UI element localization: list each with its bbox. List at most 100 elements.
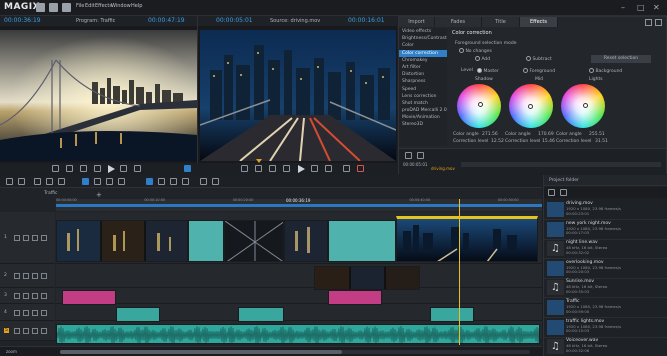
hand-icon[interactable] <box>170 178 177 185</box>
reset-selection-button[interactable]: Reset selection <box>591 55 651 63</box>
music-audio-clip[interactable] <box>56 324 540 344</box>
menu-help[interactable]: Help <box>131 3 142 9</box>
timeline-playhead[interactable] <box>459 199 461 345</box>
effect-list-item[interactable]: Color <box>399 42 447 49</box>
mark-out-icon[interactable] <box>66 165 73 172</box>
project-folder-item[interactable]: new york night.mov 1920 x 1080, 23.98 fra… <box>544 219 667 240</box>
pointer-icon[interactable] <box>146 178 153 185</box>
effect-list-item[interactable]: Stereo3D <box>399 121 447 128</box>
mid-wheel-handle[interactable] <box>528 104 533 109</box>
mid-level-value[interactable]: 15.46 <box>542 139 555 144</box>
effect-list-item[interactable]: proDAD Mercalli 2.0 <box>399 107 447 114</box>
timeline-ruler[interactable]: 00:00:36:19 00:00:00:00 00:00:10:00 00:00:… <box>56 198 542 211</box>
menu-edit[interactable]: Edit <box>85 3 95 9</box>
subtract-option[interactable]: Subtract <box>526 56 552 62</box>
title-clip-1[interactable] <box>62 290 116 305</box>
panel-close-icon[interactable] <box>655 19 662 26</box>
effect-list-item[interactable]: Shot match <box>399 100 447 107</box>
mark-in-icon[interactable] <box>52 165 59 172</box>
video-clip-city-selected[interactable] <box>396 216 538 262</box>
eye-icon[interactable] <box>41 293 47 299</box>
transition-clip[interactable] <box>188 220 224 262</box>
lock-icon[interactable] <box>32 328 38 334</box>
solo-icon[interactable] <box>23 235 29 241</box>
track-lane[interactable] <box>56 288 542 304</box>
project-folder-item[interactable]: ♫ Sunrise.mov 48 kHz, 16 bit, Stereo 00:00… <box>544 277 667 299</box>
project-folder-item[interactable]: ♫ night line.wav 48 kHz, 16 bit, Stereo 00… <box>544 238 667 260</box>
play-icon[interactable] <box>108 165 115 173</box>
background-option[interactable]: Background <box>589 68 622 74</box>
track-header[interactable]: 2 <box>0 264 55 288</box>
audio-clip-2[interactable] <box>238 307 284 322</box>
snap-icon[interactable] <box>200 178 207 185</box>
copy-icon[interactable] <box>58 178 65 185</box>
selection-mode-icon[interactable] <box>82 178 89 185</box>
ripple-icon[interactable] <box>94 178 101 185</box>
lock-icon[interactable] <box>32 235 38 241</box>
foreground-option[interactable]: Foreground <box>523 68 555 74</box>
effect-list-item[interactable]: Video effects <box>399 28 447 35</box>
title-clip-2[interactable] <box>328 290 382 305</box>
eye-icon[interactable] <box>41 273 47 279</box>
effect-list-item[interactable]: Art filter <box>399 64 447 71</box>
mid-angle-value[interactable]: 170.69 <box>538 132 554 137</box>
track-header[interactable]: 4 <box>0 304 55 321</box>
track-lane[interactable] <box>56 264 542 288</box>
effect-list-item[interactable]: Movie/Animation <box>399 114 447 121</box>
settings-icon[interactable] <box>184 165 191 172</box>
project-folder-item[interactable]: traffic lights.mov 1920 x 1080, 23.98 fra… <box>544 317 667 338</box>
video-clip-bridge[interactable] <box>56 220 188 262</box>
step-back-icon[interactable] <box>94 165 101 172</box>
effect-list-item[interactable]: Speed <box>399 86 447 93</box>
razor-icon[interactable] <box>158 178 165 185</box>
source-prev-icon[interactable] <box>269 165 276 172</box>
source-next-icon[interactable] <box>325 165 332 172</box>
open-project-icon[interactable] <box>49 3 58 12</box>
panel-menu-icon[interactable] <box>645 19 652 26</box>
tab-import[interactable]: Import <box>399 17 435 27</box>
lights-wheel-handle[interactable] <box>583 103 588 108</box>
footer-scrub[interactable] <box>461 162 661 167</box>
slip-icon[interactable] <box>118 178 125 185</box>
source-step-back-icon[interactable] <box>283 165 290 172</box>
source-video-frame[interactable] <box>199 30 397 162</box>
link-icon[interactable] <box>212 178 219 185</box>
mute-icon[interactable] <box>14 273 20 279</box>
minimize-button[interactable]: – <box>621 3 625 12</box>
add-option[interactable]: Add <box>475 56 490 62</box>
work-area-bar[interactable] <box>56 204 542 207</box>
footer-play-icon[interactable] <box>405 152 412 159</box>
audio-clip-3[interactable] <box>430 307 474 322</box>
tab-title[interactable]: Title <box>482 17 520 27</box>
lights-color-wheel[interactable] <box>561 84 605 128</box>
mute-icon[interactable] <box>14 293 20 299</box>
save-icon[interactable] <box>62 3 71 12</box>
effect-list-item[interactable]: Brightness/Contrast <box>399 35 447 42</box>
menu-window[interactable]: Window <box>111 3 131 9</box>
shadow-wheel-handle[interactable] <box>478 102 483 107</box>
source-play-icon[interactable] <box>298 165 305 173</box>
source-mark-in-icon[interactable] <box>241 165 248 172</box>
tab-effects[interactable]: Effects <box>520 17 558 27</box>
menu-file[interactable]: File <box>76 3 84 9</box>
tab-fades[interactable]: Fades <box>435 17 482 27</box>
project-folder-item[interactable]: ♫ Voiceover.wav 48 kHz, 16 bit, Stereo 00:… <box>544 336 667 356</box>
shadow-color-wheel[interactable] <box>457 84 501 128</box>
footer-loop-icon[interactable] <box>417 152 424 159</box>
solo-icon[interactable] <box>23 293 29 299</box>
effect-list-item[interactable]: Lens correction <box>399 93 447 100</box>
mute-icon[interactable] <box>14 235 20 241</box>
lock-icon[interactable] <box>32 273 38 279</box>
folder-sort-icon[interactable] <box>560 189 567 196</box>
master-option[interactable]: Master <box>477 68 499 74</box>
track-header[interactable]: 5 <box>0 321 55 341</box>
mute-icon[interactable] <box>14 309 20 316</box>
folder-view-icon[interactable] <box>548 189 555 196</box>
solo-icon[interactable] <box>23 273 29 279</box>
cut-icon[interactable] <box>46 178 53 185</box>
project-folder-item[interactable]: driving.mov 1920 x 1080, 23.98 frames/s 0… <box>544 199 667 220</box>
prev-marker-icon[interactable] <box>80 165 87 172</box>
video-clip-crosslines[interactable] <box>224 220 284 262</box>
step-forward-icon[interactable] <box>120 165 127 172</box>
eye-icon[interactable] <box>41 235 47 241</box>
